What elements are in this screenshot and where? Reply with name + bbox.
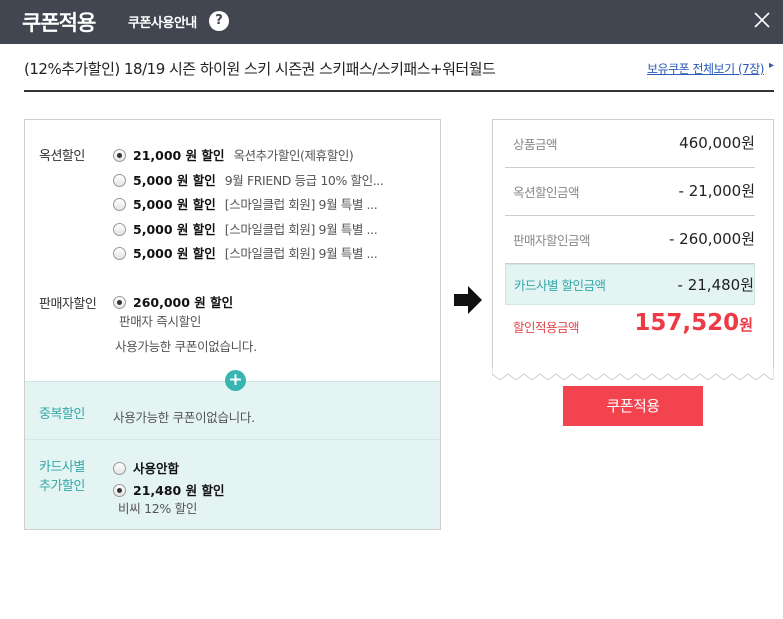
coupon-desc: [스마일클럽 회원] 9월 특별 ... <box>224 197 378 212</box>
summary-value: - 21,480원 <box>677 276 754 294</box>
summary-row: 옥션할인금액 - 21,000원 <box>505 168 755 216</box>
summary-value: - 21,000원 <box>678 182 755 200</box>
duplicate-discount-label: 중복할인 <box>39 407 85 422</box>
coupon-amount: 5,000 원 할인 <box>133 197 216 212</box>
final-price-value: 157,520원 <box>634 310 753 336</box>
coupon-desc: 옥션추가할인(제휴할인) <box>233 148 354 163</box>
summary-row: 판매자할인금액 - 260,000원 <box>505 216 755 264</box>
radio-selected[interactable] <box>113 484 126 497</box>
product-name: (12%추가할인) 18/19 시즌 하이원 스키 시즌권 스키패스/스키패스+… <box>24 60 496 78</box>
coupon-amount: 260,000 원 할인 <box>133 295 234 310</box>
summary-label: 상품금액 <box>513 137 558 152</box>
coupon-desc: [스마일클럽 회원] 9월 특별 ... <box>224 222 378 237</box>
card-coupon-option[interactable]: 사용안함 <box>113 458 188 476</box>
seller-coupon-option[interactable]: 260,000 원 할인 <box>113 292 242 310</box>
auction-coupon-option[interactable]: 5,000 원 할인 9월 FRIEND 등급 10% 할인... <box>113 170 384 188</box>
summary-value: 460,000원 <box>679 134 755 152</box>
auction-coupon-option[interactable]: 5,000 원 할인 [스마일클럽 회원] 9월 특별 ... <box>113 219 378 237</box>
summary-label: 판매자할인금액 <box>513 233 591 248</box>
radio-unselected[interactable] <box>113 198 126 211</box>
summary-row-card: 카드사별 할인금액 - 21,480원 <box>505 264 755 305</box>
coupon-amount: 21,480 원 할인 <box>133 483 225 498</box>
final-price-label: 할인적용금액 <box>513 320 580 335</box>
coupon-amount: 사용안함 <box>133 461 180 476</box>
chevron-right-icon: ▸ <box>768 60 774 71</box>
card-discount-label-line2: 추가할인 <box>39 479 85 494</box>
view-all-coupons-link[interactable]: 보유쿠폰 전체보기 (7장) <box>647 60 765 77</box>
summary-value: - 260,000원 <box>668 230 755 248</box>
card-coupon-desc: 비씨 12% 할인 <box>118 501 198 516</box>
radio-selected[interactable] <box>113 296 126 309</box>
duplicate-no-coupon-note: 사용가능한 쿠폰이없습니다. <box>113 410 255 425</box>
seller-coupon-desc: 판매자 즉시할인 <box>119 314 202 329</box>
coupon-desc: [스마일클럽 회원] 9월 특별 ... <box>224 246 378 261</box>
help-icon[interactable]: ? <box>209 11 229 31</box>
radio-unselected[interactable] <box>113 174 126 187</box>
summary-row: 상품금액 460,000원 <box>505 120 755 168</box>
summary-label: 카드사별 할인금액 <box>514 278 606 293</box>
close-icon[interactable] <box>752 10 772 30</box>
auction-coupon-option[interactable]: 5,000 원 할인 [스마일클럽 회원] 9월 특별 ... <box>113 243 378 261</box>
dialog-title: 쿠폰적용 <box>22 11 96 35</box>
plus-icon: + <box>225 370 246 391</box>
radio-unselected[interactable] <box>113 462 126 475</box>
coupon-desc: 9월 FRIEND 등급 10% 할인... <box>224 173 384 188</box>
coupon-options-panel: 옥션할인 21,000 원 할인 옥션추가할인(제휴할인) 5,000 원 할인 9… <box>24 119 441 530</box>
radio-selected[interactable] <box>113 149 126 162</box>
card-discount-label-line1: 카드사별 <box>39 460 85 475</box>
coupon-amount: 5,000 원 할인 <box>133 222 216 237</box>
product-row: (12%추가할인) 18/19 시즌 하이원 스키 시즌권 스키패스/스키패스+… <box>24 56 774 92</box>
summary-label: 옥션할인금액 <box>513 185 580 200</box>
receipt-edge <box>492 368 774 380</box>
radio-unselected[interactable] <box>113 223 126 236</box>
auction-discount-label: 옥션할인 <box>39 149 85 164</box>
radio-unselected[interactable] <box>113 247 126 260</box>
coupon-guide-link[interactable]: 쿠폰사용안내 <box>128 12 197 31</box>
coupon-amount: 5,000 원 할인 <box>133 246 216 261</box>
card-discount-section: 카드사별 추가할인 사용안함 21,480 원 할인 비씨 12% 할인 <box>25 440 440 529</box>
apply-coupon-button[interactable]: 쿠폰적용 <box>563 386 703 426</box>
arrow-right-icon <box>454 286 482 314</box>
auction-coupon-option[interactable]: 5,000 원 할인 [스마일클럽 회원] 9월 특별 ... <box>113 194 378 212</box>
auction-coupon-option[interactable]: 21,000 원 할인 옥션추가할인(제휴할인) <box>113 145 354 163</box>
price-summary-panel: 상품금액 460,000원 옥션할인금액 - 21,000원 판매자할인금액 -… <box>492 119 774 374</box>
coupon-amount: 21,000 원 할인 <box>133 148 225 163</box>
seller-discount-label: 판매자할인 <box>39 297 97 312</box>
card-coupon-option[interactable]: 21,480 원 할인 <box>113 480 233 498</box>
coupon-amount: 5,000 원 할인 <box>133 173 216 188</box>
dialog-header: 쿠폰적용 쿠폰사용안내 ? <box>0 0 783 44</box>
seller-no-coupon-note: 사용가능한 쿠폰이없습니다. <box>115 339 257 354</box>
